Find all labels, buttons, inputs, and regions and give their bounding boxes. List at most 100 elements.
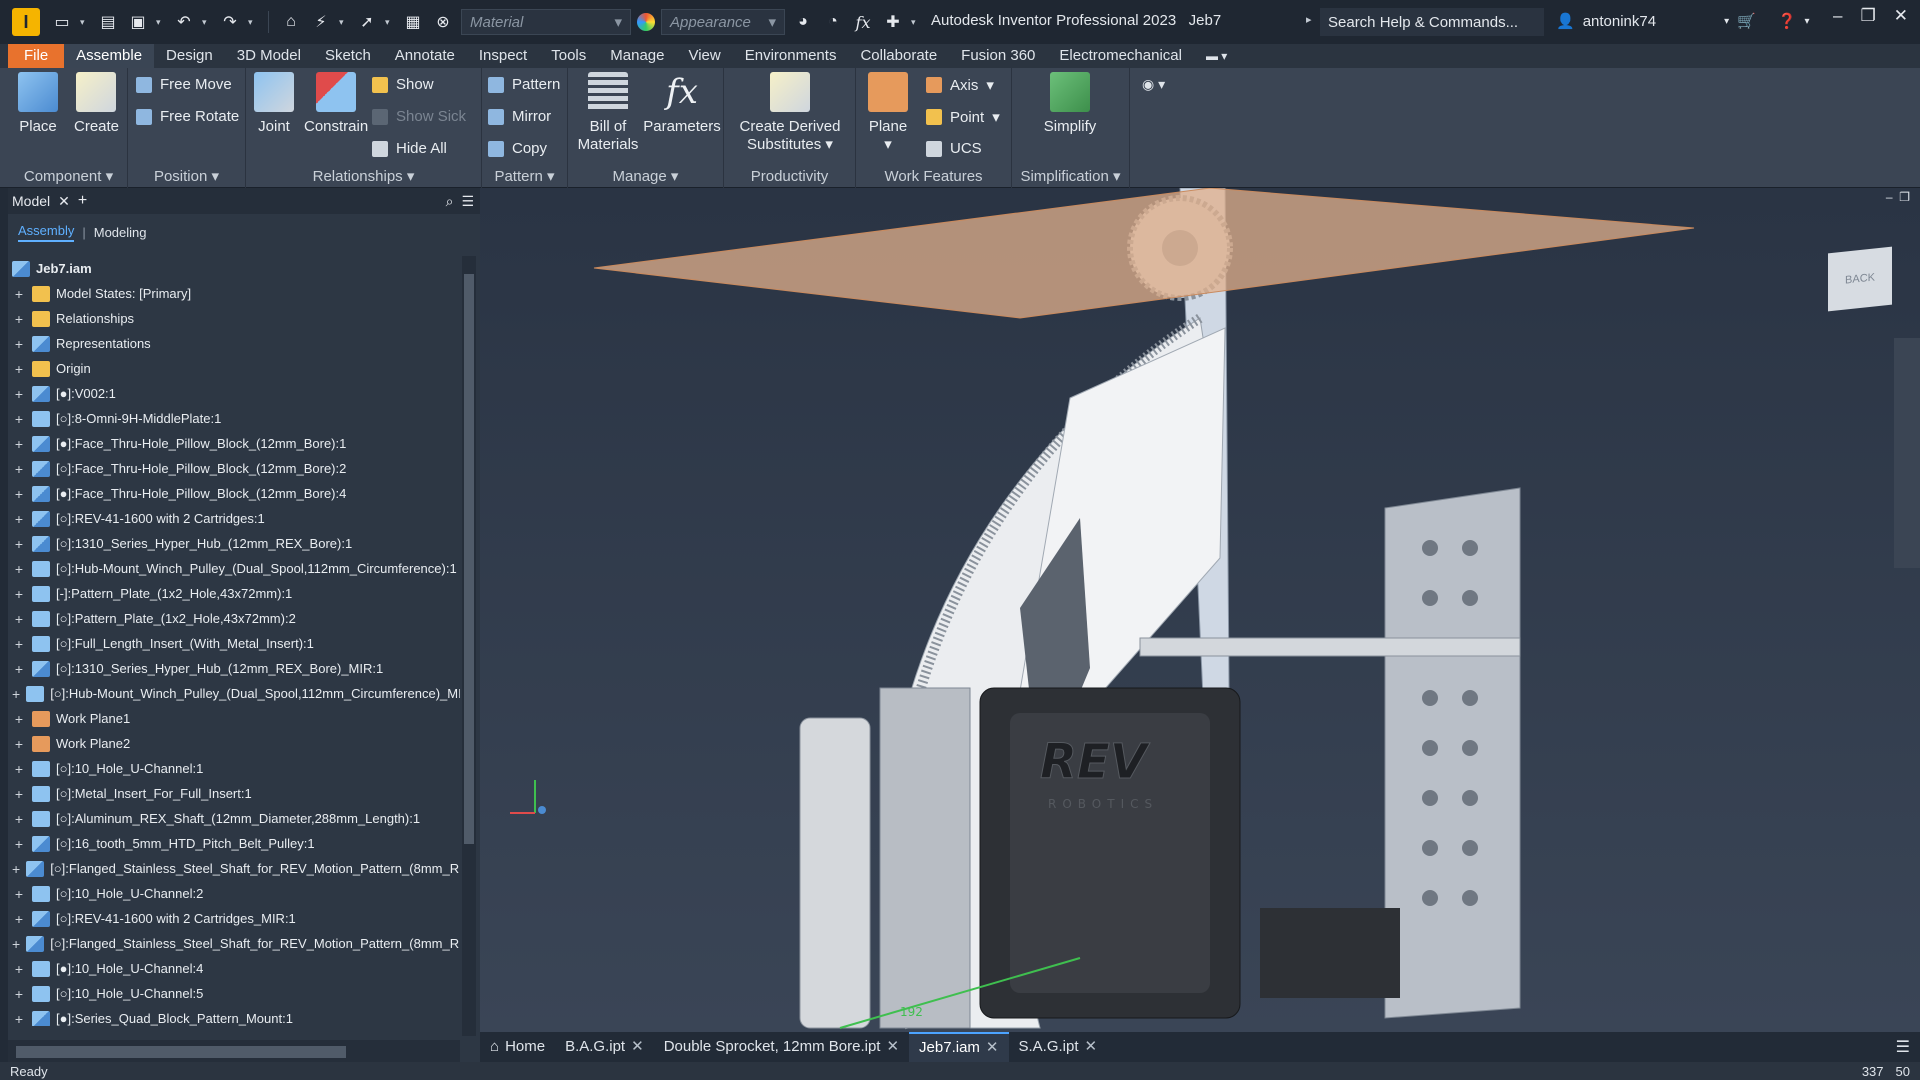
viewcube[interactable]: BACK	[1828, 246, 1892, 312]
close-icon[interactable]: ✕	[631, 1032, 644, 1062]
panel-title-pattern[interactable]: Pattern ▾	[482, 166, 567, 188]
chevron-down-icon[interactable]: ▾	[202, 17, 212, 28]
chevron-down-icon[interactable]: ▾	[156, 17, 166, 28]
create-button[interactable]: Create	[74, 72, 119, 136]
tab-annotate[interactable]: Annotate	[383, 44, 467, 68]
bill-of-materials-button[interactable]: Bill of Materials	[572, 72, 644, 154]
expand-icon[interactable]: +	[12, 636, 26, 652]
panel-title-relationships[interactable]: Relationships ▾	[246, 166, 481, 188]
tab-inspect[interactable]: Inspect	[467, 44, 539, 68]
tree-item[interactable]: + [○]:1310_Series_Hyper_Hub_(12mm_REX_Bor…	[8, 531, 460, 556]
tree-item[interactable]: + [○]:Face_Thru-Hole_Pillow_Block_(12mm_B…	[8, 456, 460, 481]
expand-icon[interactable]: +	[12, 761, 26, 777]
place-button[interactable]: Place	[18, 72, 58, 136]
tree-item[interactable]: + [○]:16_tooth_5mm_HTD_Pitch_Belt_Pulley:…	[8, 831, 460, 856]
tabs-menu-icon[interactable]: ☰	[1896, 1037, 1910, 1057]
expand-icon[interactable]: +	[12, 336, 26, 352]
tree-item[interactable]: + [○]:Hub-Mount_Winch_Pulley_(Dual_Spool,…	[8, 681, 460, 706]
joint-button[interactable]: Joint	[254, 72, 294, 136]
material-select[interactable]: Material ▾	[461, 9, 631, 35]
simplify-button[interactable]: Simplify	[1032, 72, 1108, 136]
tab-collaborate[interactable]: Collaborate	[848, 44, 949, 68]
scroll-thumb[interactable]	[464, 274, 474, 844]
constrain-button[interactable]: Constrain	[304, 72, 368, 136]
graphics-viewport[interactable]: REV ROBOTICS 192 BACK – ❐	[480, 188, 1920, 1032]
close-icon[interactable]: ✕	[58, 193, 70, 210]
pattern-button[interactable]: Pattern	[488, 76, 560, 93]
ribbon-extra-dropdown-icon[interactable]: ◉ ▾	[1142, 76, 1165, 93]
expand-icon[interactable]: +	[12, 1011, 26, 1027]
close-icon[interactable]: ✕	[986, 1033, 999, 1063]
expand-icon[interactable]: +	[12, 911, 26, 927]
add-browser-icon[interactable]: +	[78, 192, 87, 210]
expand-icon[interactable]: +	[12, 586, 26, 602]
plane-button[interactable]: Plane ▾	[864, 72, 912, 154]
expand-icon[interactable]: +	[12, 611, 26, 627]
tab-manage[interactable]: Manage	[598, 44, 676, 68]
tab-assemble[interactable]: Assemble	[64, 44, 155, 68]
tree-item[interactable]: + [○]:Flanged_Stainless_Steel_Shaft_for_R…	[8, 931, 460, 956]
chevron-down-icon[interactable]: ▾	[80, 17, 90, 28]
clear-override-icon[interactable]: ◔	[821, 10, 845, 34]
tree-item[interactable]: + Relationships	[8, 306, 460, 331]
doc-tab-double-sprocket[interactable]: Double Sprocket, 12mm Bore.ipt ✕	[654, 1032, 909, 1062]
tree-item[interactable]: + [-]:Pattern_Plate_(1x2_Hole,43x72mm):1	[8, 581, 460, 606]
expand-icon[interactable]: +	[12, 886, 26, 902]
close-icon[interactable]: ✕	[1894, 6, 1908, 26]
fx-icon[interactable]: fx	[851, 10, 875, 34]
expand-icon[interactable]: +	[12, 561, 26, 577]
expand-icon[interactable]: +	[12, 961, 26, 977]
expand-icon[interactable]: +	[12, 811, 26, 827]
expand-icon[interactable]: +	[12, 686, 20, 702]
tree-item[interactable]: + [○]:1310_Series_Hyper_Hub_(12mm_REX_Bor…	[8, 656, 460, 681]
free-rotate-button[interactable]: Free Rotate	[136, 108, 239, 125]
open-folder-icon[interactable]: ▤	[96, 10, 120, 34]
select-icon[interactable]: ➚	[355, 10, 379, 34]
panel-title-component[interactable]: Component ▾	[10, 166, 127, 188]
browser-tab-model[interactable]: Model	[12, 193, 50, 209]
tab-view[interactable]: View	[676, 44, 732, 68]
panel-title-position[interactable]: Position ▾	[128, 166, 245, 188]
home-icon[interactable]: ⌂	[279, 10, 303, 34]
update-icon[interactable]: ⚡	[309, 10, 333, 34]
scroll-thumb[interactable]	[16, 1046, 346, 1058]
ribbon-options-icon[interactable]: ▬ ▾	[1194, 44, 1239, 68]
search-icon[interactable]: ⌕	[446, 193, 454, 210]
doc-tab-home[interactable]: ⌂ Home	[480, 1032, 555, 1062]
tree-item[interactable]: + Work Plane1	[8, 706, 460, 731]
point-button[interactable]: Point ▾	[926, 108, 1000, 126]
clear-appearance-icon[interactable]: ⊗	[431, 10, 455, 34]
panel-title-manage[interactable]: Manage ▾	[568, 166, 723, 188]
expand-icon[interactable]: +	[12, 361, 26, 377]
tab-environments[interactable]: Environments	[733, 44, 849, 68]
tree-item[interactable]: + [●]:10_Hole_U-Channel:4	[8, 956, 460, 981]
expand-icon[interactable]: +	[12, 936, 20, 952]
ucs-button[interactable]: UCS	[926, 140, 982, 157]
search-input[interactable]: Search Help & Commands...	[1320, 8, 1544, 36]
subtab-assembly[interactable]: Assembly	[18, 223, 75, 242]
tree-item[interactable]: + [●]:Face_Thru-Hole_Pillow_Block_(12mm_B…	[8, 431, 460, 456]
tab-3d-model[interactable]: 3D Model	[225, 44, 313, 68]
expand-icon[interactable]: +	[12, 511, 26, 527]
tree-item[interactable]: + [○]:Aluminum_REX_Shaft_(12mm_Diameter,2…	[8, 806, 460, 831]
tree-item[interactable]: + [●]:Series_Quad_Block_Pattern_Mount:1	[8, 1006, 460, 1026]
undo-icon[interactable]: ↶	[172, 10, 196, 34]
tree-item[interactable]: + Representations	[8, 331, 460, 356]
close-icon[interactable]: ✕	[886, 1032, 899, 1062]
navigation-bar[interactable]	[1894, 338, 1920, 568]
expand-icon[interactable]: +	[12, 411, 26, 427]
tab-file[interactable]: File	[8, 44, 65, 68]
tab-tools[interactable]: Tools	[539, 44, 598, 68]
expand-icon[interactable]: +	[12, 786, 26, 802]
tab-design[interactable]: Design	[154, 44, 225, 68]
tree-root[interactable]: Jeb7.iam	[8, 256, 460, 281]
cart-icon[interactable]: 🛒	[1737, 12, 1756, 30]
copy-button[interactable]: Copy	[488, 140, 547, 157]
measure-icon[interactable]: ▦	[401, 10, 425, 34]
doc-tab-sag[interactable]: S.A.G.ipt ✕	[1009, 1032, 1108, 1062]
appearance-icon[interactable]	[637, 13, 655, 31]
expand-icon[interactable]: +	[12, 436, 26, 452]
new-file-icon[interactable]: ▭	[50, 10, 74, 34]
expand-icon[interactable]: +	[12, 311, 26, 327]
chevron-down-icon[interactable]: ▾	[385, 17, 395, 28]
